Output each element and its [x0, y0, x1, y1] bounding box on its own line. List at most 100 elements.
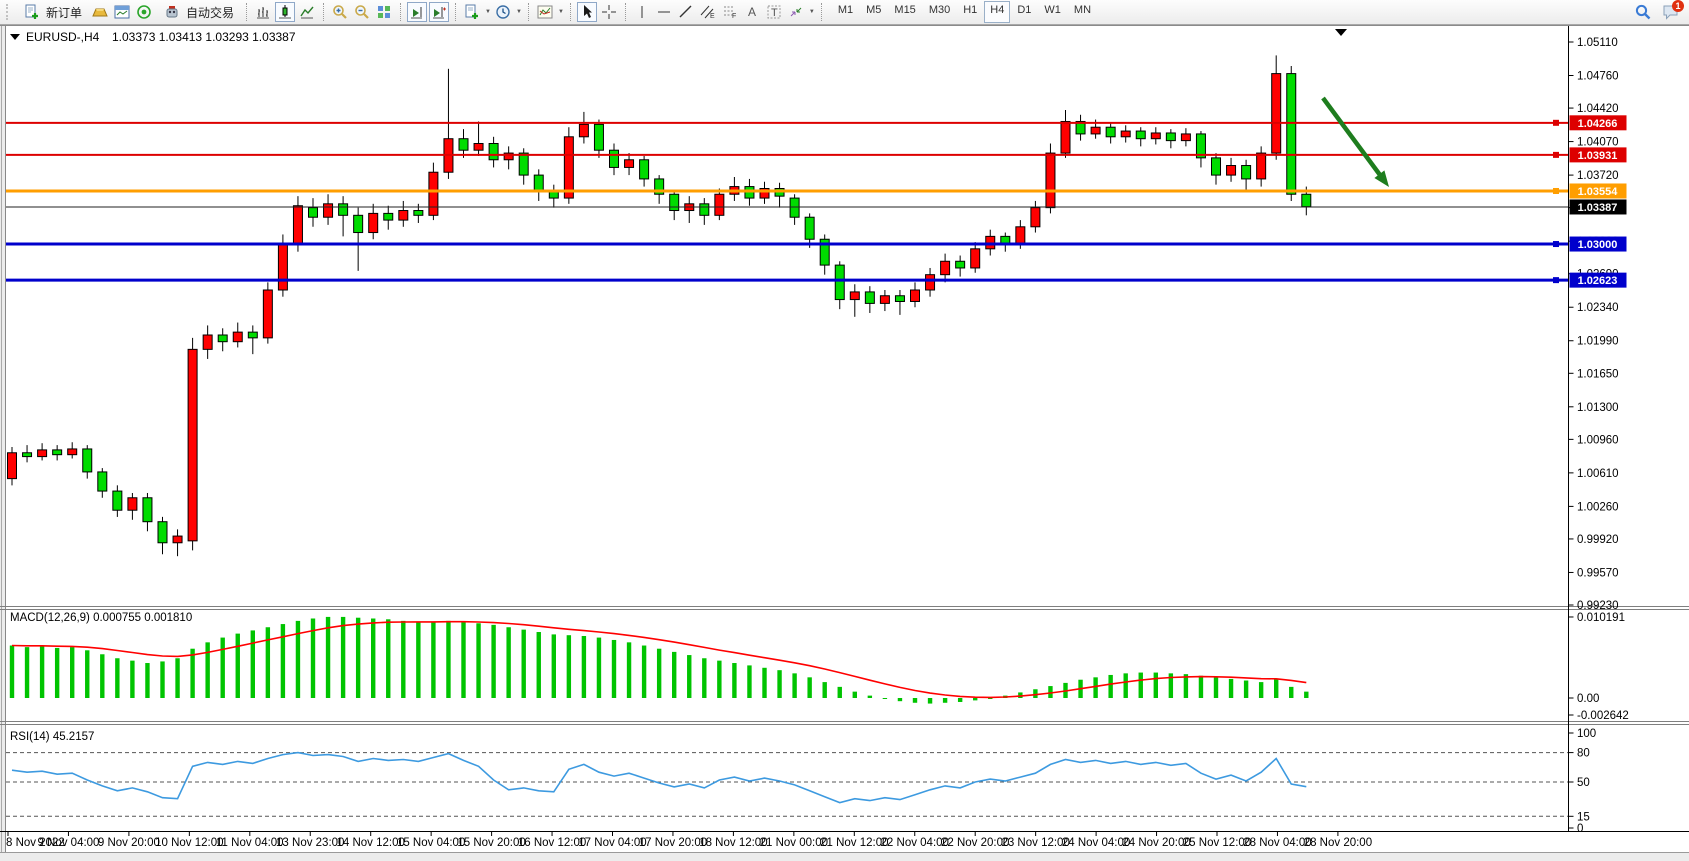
- svg-text:22 Nov 20:00: 22 Nov 20:00: [941, 837, 1009, 849]
- svg-text:11 Nov 04:00: 11 Nov 04:00: [216, 837, 284, 849]
- timeframe-h1[interactable]: H1: [957, 1, 983, 23]
- toolbar-separator: [528, 3, 529, 21]
- crosshair-icon[interactable]: [599, 2, 619, 22]
- channel-letter: E: [710, 13, 715, 20]
- svg-text:1.04266: 1.04266: [1578, 118, 1618, 130]
- new-order-label: 新订单: [46, 4, 82, 21]
- svg-text:0.99920: 0.99920: [1577, 534, 1619, 546]
- svg-text:15 Nov 04:00: 15 Nov 04:00: [397, 837, 465, 849]
- svg-text:-0.002642: -0.002642: [1577, 710, 1629, 722]
- timeframe-d1[interactable]: D1: [1011, 1, 1037, 23]
- svg-text:1.03554: 1.03554: [1578, 186, 1619, 198]
- application-window: MACD(12,26,9) 0.000755 0.001810 RSI(14) 4…: [0, 0, 1689, 861]
- svg-text:80: 80: [1577, 748, 1590, 760]
- zoom-out-icon[interactable]: [352, 2, 372, 22]
- text-tool-icon[interactable]: A: [742, 2, 762, 22]
- svg-text:1.00260: 1.00260: [1577, 501, 1619, 513]
- timeframe-m1[interactable]: M1: [832, 1, 859, 23]
- svg-text:10 Nov 12:00: 10 Nov 12:00: [155, 837, 223, 849]
- toolbar-separator: [455, 3, 456, 21]
- svg-text:13 Nov 23:00: 13 Nov 23:00: [276, 837, 344, 849]
- new-chart-icon[interactable]: [462, 2, 482, 22]
- market-watch-icon[interactable]: [90, 2, 110, 22]
- cursor-icon[interactable]: [577, 2, 597, 22]
- timeframe-h4[interactable]: H4: [984, 1, 1010, 23]
- toolbar-separator: [625, 3, 626, 21]
- timeframe-m5[interactable]: M5: [860, 1, 887, 23]
- clock-caret-icon[interactable]: ▼: [516, 9, 522, 15]
- svg-text:1.01300: 1.01300: [1577, 402, 1619, 414]
- fibonacci-tool-icon[interactable]: F: [720, 2, 740, 22]
- chart-title: EURUSD-,H4 1.03373 1.03413 1.03293 1.0338…: [10, 30, 296, 44]
- arrows-caret-icon[interactable]: ▼: [809, 9, 815, 15]
- svg-text:28 Nov 20:00: 28 Nov 20:00: [1304, 837, 1372, 849]
- auto-scroll-icon[interactable]: [407, 2, 427, 22]
- zoom-in-icon[interactable]: [330, 2, 350, 22]
- rsi-label: RSI(14) 45.2157: [10, 731, 94, 743]
- text-letter: A: [748, 5, 756, 19]
- svg-text:1.02623: 1.02623: [1578, 275, 1618, 287]
- timeframe-mn[interactable]: MN: [1068, 1, 1097, 23]
- autotrade-icon: [162, 2, 182, 22]
- svg-text:0.99230: 0.99230: [1577, 600, 1619, 612]
- chart-shift-icon[interactable]: [429, 2, 449, 22]
- svg-text:18 Nov 12:00: 18 Nov 12:00: [699, 837, 767, 849]
- svg-text:24 Nov 20:00: 24 Nov 20:00: [1122, 837, 1190, 849]
- svg-text:1.04760: 1.04760: [1577, 71, 1619, 83]
- new-order-icon: [22, 2, 42, 22]
- svg-text:1.00960: 1.00960: [1577, 434, 1619, 446]
- svg-text:1.00610: 1.00610: [1577, 468, 1619, 480]
- navigator-icon[interactable]: [134, 2, 154, 22]
- svg-text:21 Nov 12:00: 21 Nov 12:00: [820, 837, 888, 849]
- timeframe-w1[interactable]: W1: [1038, 1, 1067, 23]
- line-chart-mode-icon[interactable]: [297, 2, 317, 22]
- clock-icon[interactable]: [493, 2, 513, 22]
- toolbar-separator: [821, 3, 822, 21]
- tile-windows-icon[interactable]: [374, 2, 394, 22]
- indicators-caret-icon[interactable]: ▼: [558, 9, 564, 15]
- new-chart-caret-icon[interactable]: ▼: [485, 9, 491, 15]
- autotrade-button[interactable]: 自动交易: [156, 2, 240, 22]
- bar-chart-mode-icon[interactable]: [253, 2, 273, 22]
- svg-text:1.01650: 1.01650: [1577, 368, 1619, 380]
- svg-text:0: 0: [1577, 823, 1583, 835]
- text-label-tool-icon[interactable]: T: [764, 2, 784, 22]
- svg-text:1.03387: 1.03387: [1578, 202, 1618, 214]
- timeframe-m15[interactable]: M15: [888, 1, 921, 23]
- svg-text:9 Nov 20:00: 9 Nov 20:00: [98, 837, 160, 849]
- data-window-icon[interactable]: [112, 2, 132, 22]
- svg-text:0.00: 0.00: [1577, 693, 1599, 705]
- chart-background: [0, 26, 1689, 853]
- chart-canvas[interactable]: MACD(12,26,9) 0.000755 0.001810 RSI(14) 4…: [0, 0, 1689, 861]
- fibo-letter: F: [732, 13, 736, 20]
- svg-text:1.01990: 1.01990: [1577, 336, 1619, 348]
- svg-text:17 Nov 20:00: 17 Nov 20:00: [639, 837, 707, 849]
- trendline-tool-icon[interactable]: [676, 2, 696, 22]
- svg-text:1.03931: 1.03931: [1578, 150, 1618, 162]
- symbol-period-label: EURUSD-,H4: [26, 30, 100, 44]
- timeframe-m30[interactable]: M30: [923, 1, 956, 23]
- svg-text:1.02340: 1.02340: [1577, 302, 1619, 314]
- new-order-button[interactable]: 新订单: [16, 2, 88, 22]
- timeframe-group: M1M5M15M30H1H4D1W1MN: [832, 1, 1097, 23]
- channel-tool-icon[interactable]: E: [698, 2, 718, 22]
- svg-text:50: 50: [1577, 777, 1590, 789]
- arrows-tool-icon[interactable]: [786, 2, 806, 22]
- notification-badge: 1: [1672, 0, 1684, 12]
- candlestick-mode-icon[interactable]: [275, 2, 295, 22]
- macd-label: MACD(12,26,9) 0.000755 0.001810: [10, 612, 192, 624]
- svg-text:14 Nov 12:00: 14 Nov 12:00: [336, 837, 404, 849]
- svg-text:22 Nov 04:00: 22 Nov 04:00: [881, 837, 949, 849]
- svg-text:1.03000: 1.03000: [1578, 239, 1618, 251]
- vertical-line-tool-icon[interactable]: [632, 2, 652, 22]
- ohlc-values: 1.03373 1.03413 1.03293 1.03387: [112, 30, 296, 44]
- svg-text:16 Nov 12:00: 16 Nov 12:00: [518, 837, 586, 849]
- svg-text:15 Nov 20:00: 15 Nov 20:00: [457, 837, 525, 849]
- indicators-icon[interactable]: [535, 2, 555, 22]
- search-icon[interactable]: [1633, 2, 1653, 22]
- horizontal-line-tool-icon[interactable]: [654, 2, 674, 22]
- toolbar: 新订单 自动交易: [0, 0, 1689, 25]
- svg-text:9 Nov 04:00: 9 Nov 04:00: [37, 837, 99, 849]
- svg-text:0.99570: 0.99570: [1577, 567, 1619, 579]
- notifications-button[interactable]: 1: [1661, 2, 1681, 22]
